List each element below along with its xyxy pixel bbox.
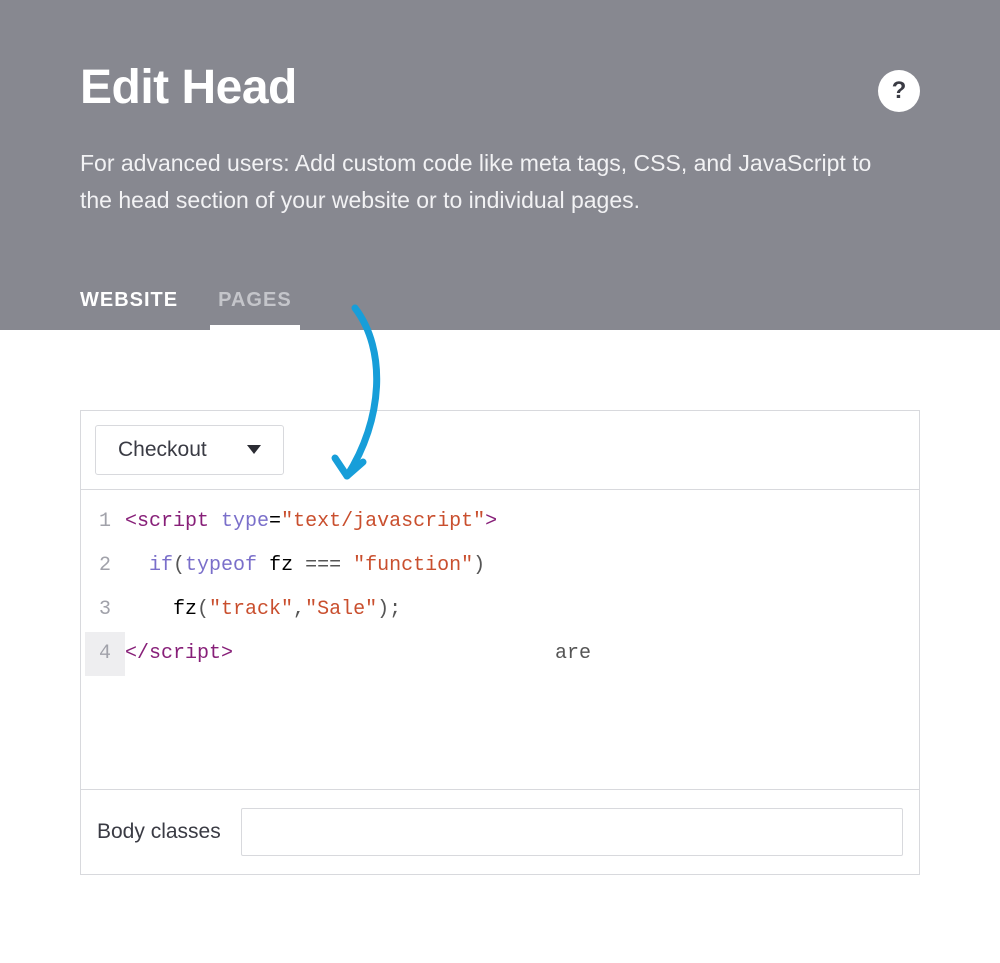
page-select-label: Checkout [118, 438, 207, 462]
tab-website[interactable]: WEBSITE [80, 289, 178, 330]
tabs: WEBSITE PAGES [80, 289, 920, 330]
line-number: 3 [85, 588, 125, 632]
page-description: For advanced users: Add custom code like… [80, 145, 900, 219]
code-line[interactable]: 4</script>are [85, 632, 911, 676]
help-button[interactable]: ? [878, 70, 920, 112]
panel-toolbar: Checkout [81, 411, 919, 490]
body-classes-label: Body classes [97, 820, 221, 844]
header-panel: Edit Head ? For advanced users: Add cust… [0, 0, 1000, 330]
code-line[interactable]: 2 if(typeof fz === "function") [85, 544, 911, 588]
line-number: 4 [85, 632, 125, 676]
line-number: 1 [85, 500, 125, 544]
body-classes-row: Body classes [81, 790, 919, 874]
help-icon: ? [892, 77, 907, 105]
stray-text: are [555, 632, 591, 676]
code-editor[interactable]: 1<script type="text/javascript">2 if(typ… [81, 490, 919, 790]
code-content[interactable]: <script type="text/javascript"> [125, 500, 911, 544]
code-content[interactable]: if(typeof fz === "function") [125, 544, 911, 588]
code-line[interactable]: 3 fz("track","Sale"); [85, 588, 911, 632]
code-content[interactable]: </script>are [125, 632, 911, 676]
code-line[interactable]: 1<script type="text/javascript"> [85, 500, 911, 544]
page-select[interactable]: Checkout [95, 425, 284, 475]
body-classes-input[interactable] [241, 808, 903, 856]
tab-pages[interactable]: PAGES [218, 289, 292, 330]
page-title: Edit Head [80, 60, 297, 115]
code-content[interactable]: fz("track","Sale"); [125, 588, 911, 632]
line-number: 2 [85, 544, 125, 588]
chevron-down-icon [247, 445, 261, 454]
content-area: Checkout 1<script type="text/javascript"… [0, 330, 1000, 915]
editor-panel: Checkout 1<script type="text/javascript"… [80, 410, 920, 875]
